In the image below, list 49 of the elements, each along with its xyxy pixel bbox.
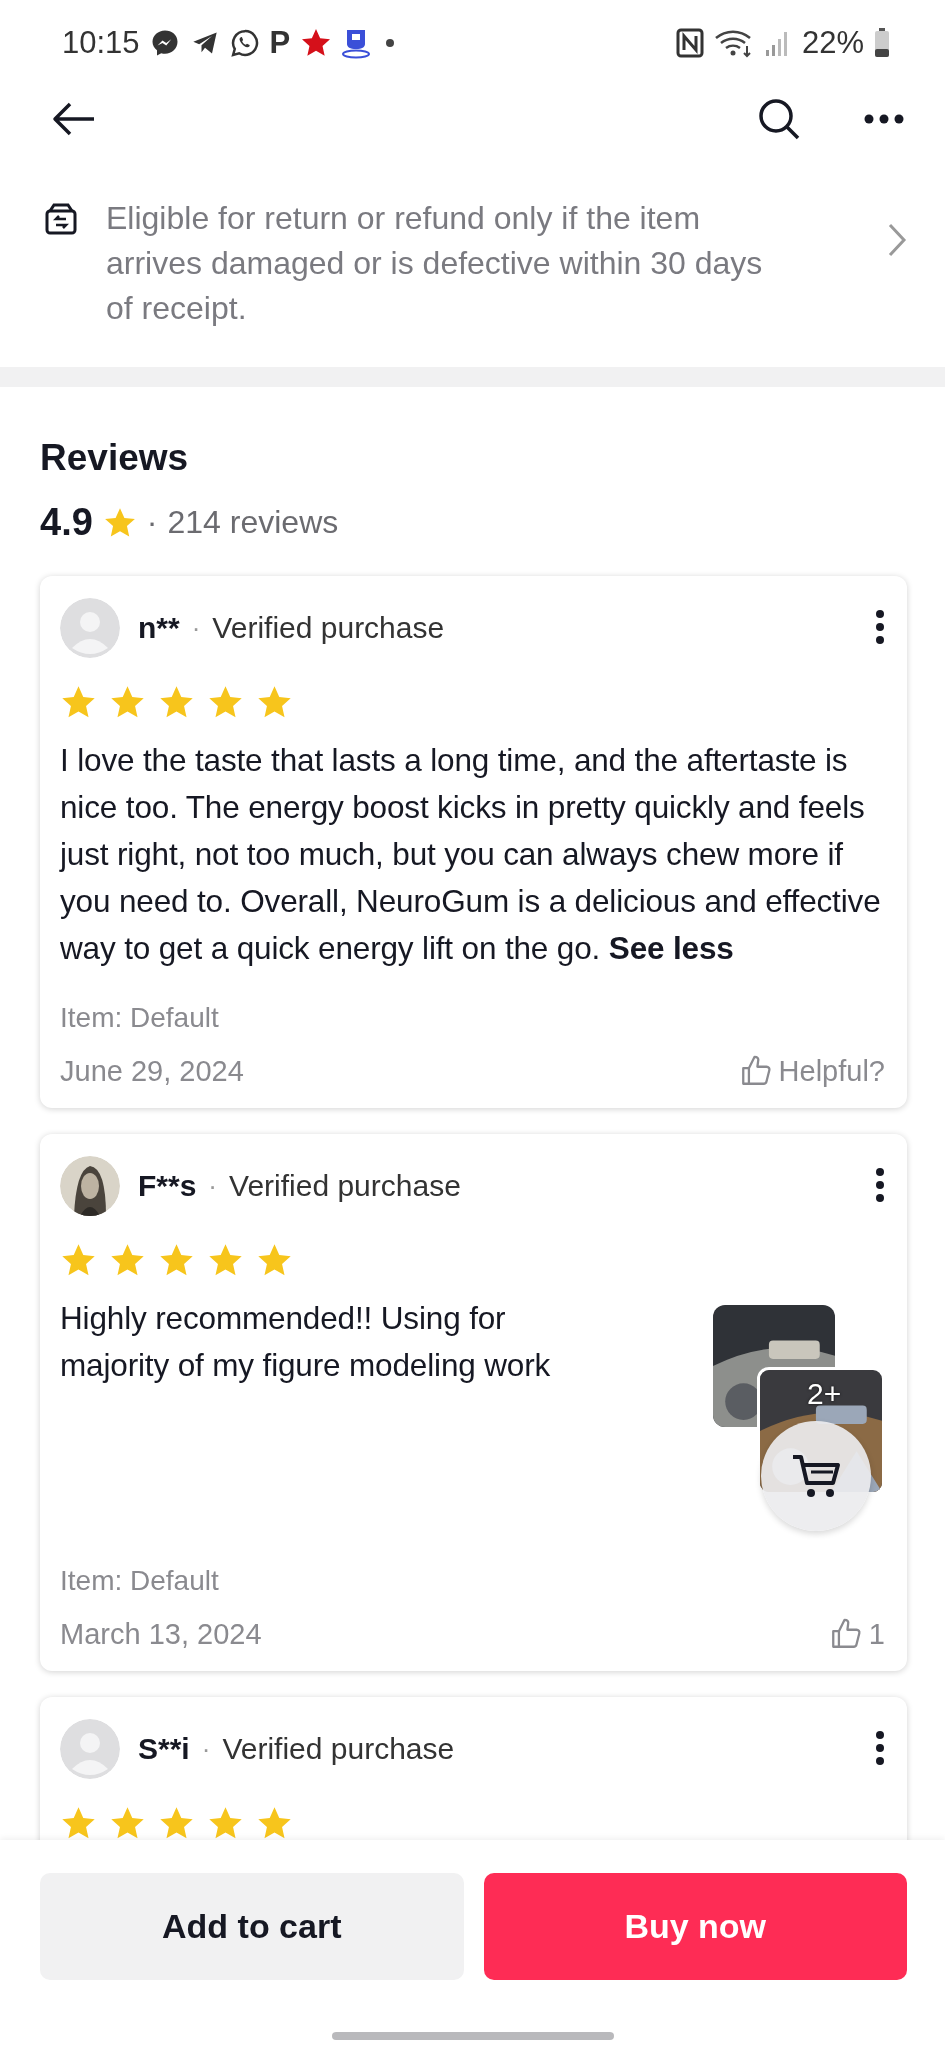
floating-cart-button[interactable] [761, 1421, 871, 1531]
verified-label: Verified purchase [212, 611, 445, 645]
mug-icon [342, 27, 371, 59]
search-icon[interactable] [757, 97, 801, 141]
separator-dot: · [208, 1170, 218, 1202]
avatar-icon [60, 1719, 120, 1779]
notification-letter: P [269, 25, 291, 61]
review-date: June 29, 2024 [60, 1054, 244, 1088]
buy-now-button[interactable]: Buy now [483, 1873, 907, 1980]
reviewer-name: n** [138, 611, 180, 645]
review-text: I love the taste that lasts a long time, and the aftertaste is nice too. The energy boost kicks in pretty quickly and feels just right, not too much, but you can always chew more if you need to. Overall, NeuroGum is a delicious and effective way to get a quick energy lift on the go. See less [60, 741, 882, 968]
reviewer-name: F**s [138, 1169, 197, 1203]
wifi-icon [713, 28, 754, 58]
item-variant: Item: Default [60, 1565, 220, 1597]
battery-icon [874, 28, 890, 58]
star-icon [300, 27, 333, 59]
rating-score: 4.9 [40, 501, 93, 544]
item-variant: Item: Default [60, 1002, 220, 1034]
status-time: 10:15 [62, 25, 140, 61]
separator-dot: · [191, 612, 201, 644]
star-icon [256, 1805, 293, 1840]
verified-label: Verified purchase [229, 1169, 461, 1203]
star-icon [60, 1805, 97, 1840]
helpful-button[interactable]: Helpful? [738, 1054, 885, 1088]
verified-label: Verified purchase [222, 1732, 455, 1766]
see-less-link[interactable]: See less [608, 930, 734, 966]
reviewer-name: S**i [138, 1732, 190, 1766]
return-icon [44, 202, 78, 236]
star-icon [109, 1805, 146, 1840]
review-text: Highly recommended!! Using for majority of my figure modeling work [60, 1299, 552, 1385]
return-policy-text: Eligible for return or refund only if the item arrives damaged or is defective within 30 days of receipt. [106, 199, 764, 328]
more-icon[interactable] [863, 113, 905, 125]
battery-level: 22% [801, 25, 864, 61]
phone-bubble-icon [229, 28, 260, 58]
nfc-icon [675, 28, 704, 58]
separator-dot: · [201, 1733, 211, 1765]
star-icon [207, 1805, 244, 1840]
cart-icon [791, 1453, 841, 1499]
helpful-button[interactable]: 1 [828, 1617, 885, 1651]
review-count: 214 reviews [167, 504, 339, 541]
avatar-icon [60, 598, 120, 658]
add-to-cart-button[interactable]: Add to cart [40, 1873, 464, 1980]
back-icon[interactable] [52, 101, 96, 137]
star-icon [158, 1805, 195, 1840]
separator-dot: · [146, 504, 158, 541]
section-title: Reviews [40, 437, 190, 479]
photo-count: 2+ [807, 1377, 842, 1411]
review-date: March 13, 2024 [60, 1617, 262, 1651]
chevron-right-icon[interactable] [887, 222, 907, 258]
